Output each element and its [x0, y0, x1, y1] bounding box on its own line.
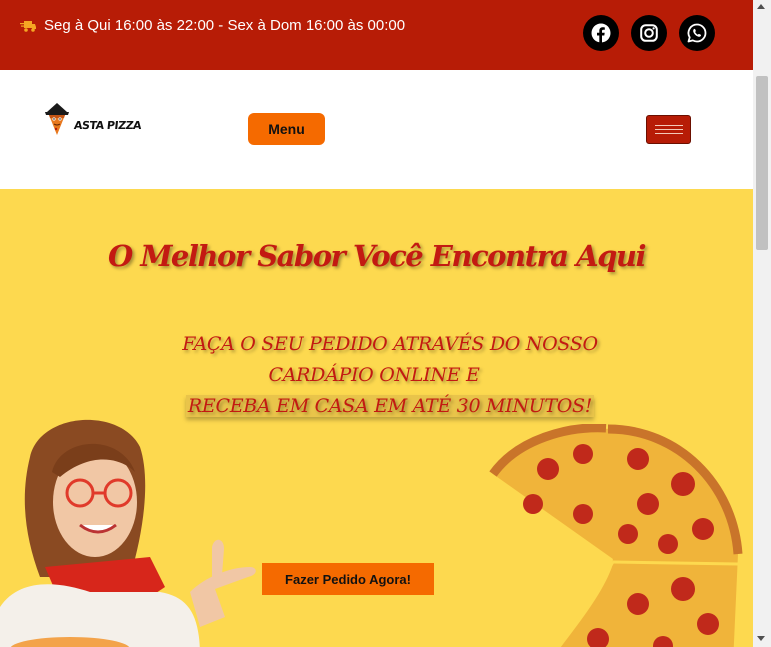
hamburger-icon-line-top: [654, 125, 683, 126]
facebook-icon: [591, 23, 611, 43]
pizza-photo: [489, 424, 743, 647]
scroll-down-arrow-icon[interactable]: [757, 636, 765, 641]
scroll-up-arrow-icon[interactable]: [757, 4, 765, 9]
instagram-link[interactable]: [631, 15, 667, 51]
hamburger-icon-line-middle: [654, 129, 683, 130]
menu-toggle-button[interactable]: [646, 115, 691, 144]
menu-button[interactable]: Menu: [248, 113, 325, 145]
whatsapp-icon: [687, 23, 707, 43]
hamburger-icon-line-bottom: [654, 133, 683, 134]
hero-subline-3: RECEBA EM CASA EM ATÉ 30 MINUTOS!: [0, 395, 753, 417]
order-now-button[interactable]: Fazer Pedido Agora!: [262, 563, 434, 595]
opening-hours: Seg à Qui 16:00 às 22:00 - Sex à Dom 16:…: [20, 17, 405, 34]
opening-hours-text: Seg à Qui 16:00 às 22:00 - Sex à Dom 16:…: [44, 17, 406, 34]
pizza-mascot-logo-icon: [45, 103, 69, 135]
facebook-link[interactable]: [583, 15, 619, 51]
woman-photo: [0, 419, 256, 647]
instagram-icon: [640, 24, 658, 42]
site-logo[interactable]: ASTA PIZZA: [44, 102, 142, 136]
hero-headline: O Melhor Sabor Você Encontra Aqui: [107, 239, 647, 273]
whatsapp-link[interactable]: [679, 15, 715, 51]
truck-icon: [20, 20, 36, 32]
logo-text: ASTA PIZZA: [73, 119, 142, 132]
hero-section: O Melhor Sabor Você Encontra Aqui FAÇA O…: [0, 189, 753, 647]
hero-subline-3-text: RECEBA EM CASA EM ATÉ 30 MINUTOS!: [185, 395, 595, 417]
hero-subline-2: CARDÁPIO ONLINE E: [268, 364, 480, 386]
hero-subline-1: FAÇA O SEU PEDIDO ATRAVÉS DO NOSSO: [182, 333, 598, 355]
scrollbar-thumb[interactable]: [756, 76, 768, 250]
